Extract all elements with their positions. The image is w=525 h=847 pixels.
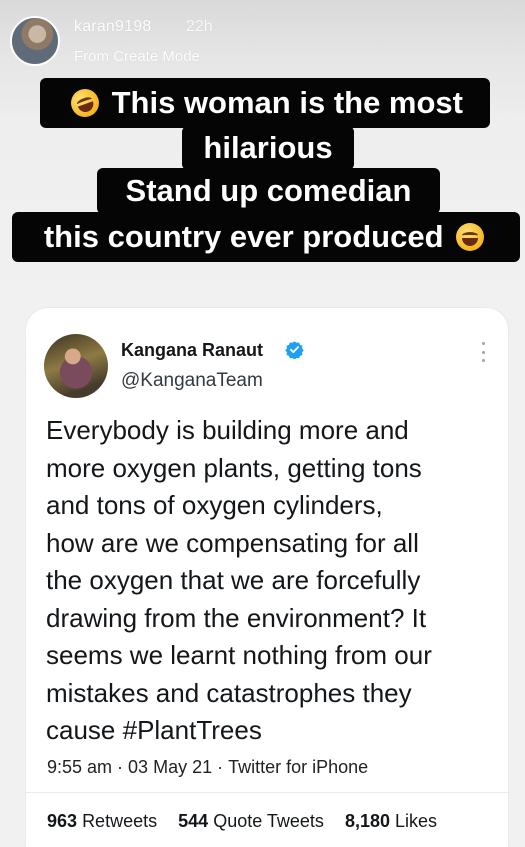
caption-line-1: This woman is the most: [40, 78, 490, 128]
tweet-time[interactable]: 9:55 am: [47, 757, 112, 777]
likes-label: Likes: [395, 811, 438, 831]
story-header: karan9198 22h From Create Mode: [10, 16, 515, 68]
quote-tweets-count: 544: [178, 811, 209, 831]
retweets-label: Retweets: [82, 811, 158, 831]
rolling-laughing-emoji-icon: [67, 85, 103, 121]
tweet-date[interactable]: 03 May 21: [128, 757, 212, 777]
retweets-stat[interactable]: 963 Retweets: [47, 811, 157, 831]
story-screen: karan9198 22h From Create Mode This woma…: [0, 0, 525, 847]
tweet-divider: [26, 792, 508, 793]
tweet-metadata: 9:55 am · 03 May 21 · Twitter for iPhone: [47, 757, 369, 777]
tweet-author-handle[interactable]: @KanganaTeam: [121, 370, 263, 392]
story-timestamp: 22h: [186, 18, 213, 35]
tweet-stats: 963 Retweets 544 Quote Tweets 8,180 Like…: [47, 811, 437, 832]
tweet-text: Everybody is building more and more oxyg…: [46, 415, 432, 745]
tweet-author-avatar[interactable]: [44, 334, 108, 398]
retweets-count: 963: [47, 811, 78, 831]
verified-badge-icon: [285, 341, 304, 359]
tweet-author-name[interactable]: Kangana Ranaut: [121, 340, 263, 361]
caption-line-4: this country ever produced: [12, 212, 520, 262]
profile-avatar[interactable]: [10, 16, 60, 66]
caption-line-3: Stand up comedian: [97, 168, 440, 214]
caption-text-1: This woman is the most: [111, 85, 463, 120]
tears-of-joy-emoji-icon: [456, 223, 485, 251]
caption-text-2: hilarious: [203, 130, 333, 165]
story-username[interactable]: karan9198: [74, 18, 151, 36]
quote-tweets-stat[interactable]: 544 Quote Tweets: [178, 811, 324, 831]
story-subtitle: From Create Mode: [74, 48, 200, 65]
tweet-source[interactable]: Twitter for iPhone: [228, 757, 368, 777]
quote-tweets-label: Quote Tweets: [213, 811, 324, 831]
caption-text-4: this country ever produced: [43, 219, 444, 254]
likes-stat[interactable]: 8,180 Likes: [345, 811, 437, 831]
caption-text-3: Stand up comedian: [125, 173, 412, 208]
more-options-icon[interactable]: [480, 342, 486, 362]
likes-count: 8,180: [344, 811, 390, 831]
caption-line-2: hilarious: [182, 126, 354, 170]
embedded-tweet-card[interactable]: Kangana Ranaut @KanganaTeam Everybody is…: [26, 308, 508, 847]
